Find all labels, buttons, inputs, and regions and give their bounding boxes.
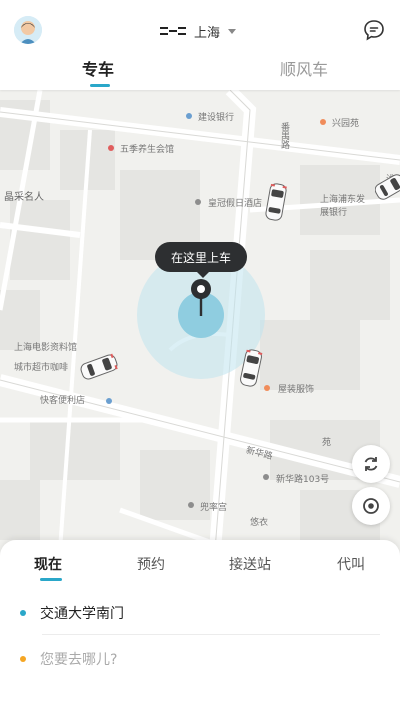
- pickup-hint: 在这里上车: [155, 242, 247, 278]
- map-label: 兜率宫: [200, 503, 228, 513]
- map-label: 屋装服饰: [278, 385, 315, 395]
- car-icon: [265, 183, 287, 221]
- tab-now[interactable]: 现在: [34, 554, 62, 574]
- tab-proxy[interactable]: 代叫: [337, 554, 365, 574]
- destination-placeholder: 您要去哪儿?: [40, 652, 118, 668]
- refresh-icon: [364, 457, 378, 471]
- tab-underline: [40, 578, 62, 581]
- car-icon: [80, 353, 118, 380]
- map-label: 皇冠假日酒店: [208, 199, 263, 209]
- poi-icon: [106, 398, 112, 404]
- chevron-down-icon: [228, 24, 237, 39]
- refresh-button[interactable]: [352, 445, 390, 483]
- poi-icon: [195, 199, 201, 205]
- map-label: 建设银行: [198, 113, 235, 123]
- destination-field[interactable]: 您要去哪儿?: [20, 647, 117, 671]
- top-bar: 上海 专车 顺风车: [0, 0, 400, 90]
- poi-icon: [264, 385, 270, 391]
- map-label: 上海浦东发展银行: [320, 195, 366, 218]
- tab-carpool[interactable]: 顺风车: [280, 56, 328, 80]
- poi-icon: [320, 119, 326, 125]
- tab-special-car[interactable]: 专车: [82, 56, 114, 80]
- map-label: 快客便利店: [40, 396, 86, 406]
- poi-icon: [186, 113, 192, 119]
- car-icon: [240, 349, 263, 387]
- map-label: 新华路103号: [276, 475, 330, 485]
- locate-icon: [363, 498, 379, 514]
- start-dot-icon: [20, 610, 26, 616]
- start-location-field[interactable]: 交通大学南门: [20, 601, 124, 625]
- poi-icon: [108, 145, 114, 151]
- poi-icon: [263, 474, 269, 480]
- map[interactable]: 建设银行 兴园苑 五季养生会馆 番禺路 皇冠假日酒店 上海浦东发展银行 晶采名人…: [0, 90, 400, 550]
- map-label: 番禺路: [279, 122, 289, 149]
- map-label: 苑: [322, 438, 332, 448]
- city-selector[interactable]: 上海: [160, 21, 237, 41]
- logo-icon: [160, 25, 186, 37]
- tab-airport[interactable]: 接送站: [229, 554, 271, 574]
- pin-icon: [191, 279, 211, 316]
- map-label: 五季养生会馆: [120, 145, 175, 155]
- divider: [42, 634, 380, 635]
- chat-icon[interactable]: [362, 18, 386, 42]
- map-background: [0, 90, 400, 550]
- map-label: 上海电影资料馆: [14, 343, 78, 353]
- city-name: 上海: [194, 25, 221, 41]
- poi-icon: [188, 502, 194, 508]
- car-icon: [375, 174, 400, 200]
- ride-panel: 现在 预约 接送站 代叫: [0, 540, 400, 710]
- map-label: 悠衣: [250, 518, 269, 528]
- map-label: 兴园苑: [332, 119, 360, 129]
- tab-reserve[interactable]: 预约: [137, 554, 165, 574]
- start-location-text: 交通大学南门: [40, 606, 124, 622]
- map-label: 城市超市咖啡: [14, 363, 69, 373]
- destination-dot-icon: [20, 656, 26, 662]
- map-label: 晶采名人: [4, 192, 44, 203]
- locate-button[interactable]: [352, 487, 390, 525]
- avatar[interactable]: [14, 16, 42, 44]
- tab-underline: [90, 84, 110, 87]
- avatar-icon: [14, 16, 42, 44]
